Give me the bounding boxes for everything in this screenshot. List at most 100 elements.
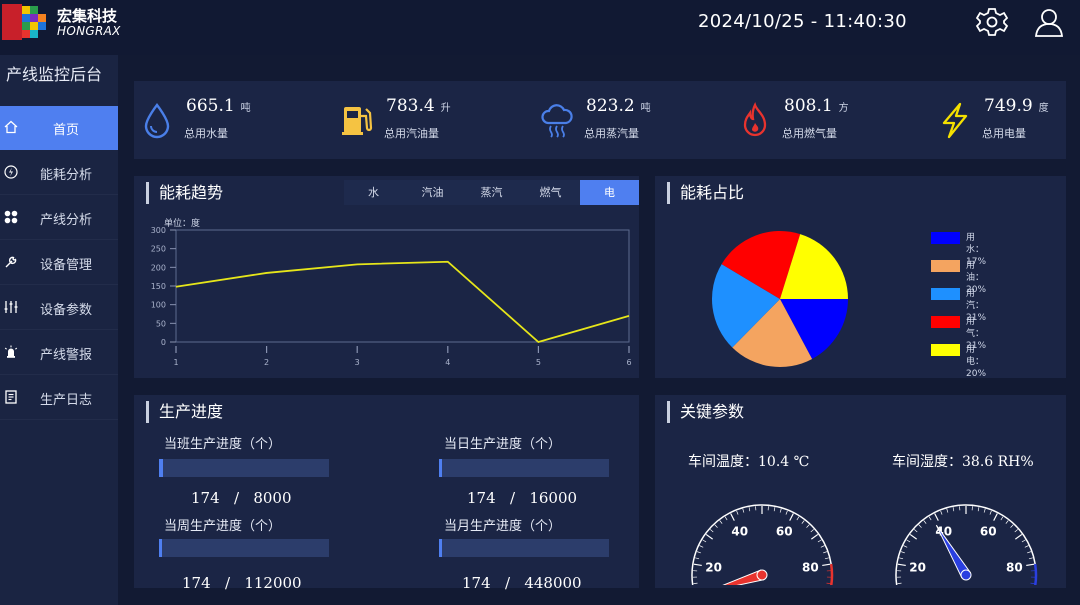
cloud-rain-icon xyxy=(541,104,573,138)
flame-icon xyxy=(743,102,767,137)
y-tick-label: 300 xyxy=(151,226,166,235)
sliders-icon xyxy=(4,301,18,313)
sidebar-item-label: 产线分析 xyxy=(40,213,93,228)
gauge-tick xyxy=(806,524,810,528)
sidebar-item-device-params[interactable]: 设备参数 xyxy=(0,286,118,330)
gauge-tick xyxy=(983,508,986,513)
gauge-tick xyxy=(900,551,905,554)
sidebar-item-line-alarms[interactable]: 产线警报 xyxy=(0,331,118,375)
progress-total: 112000 xyxy=(244,574,302,592)
stat-water: 665.1 吨 总用水量 xyxy=(134,81,324,159)
energy-share-pie xyxy=(712,231,848,367)
stat-unit: 度 xyxy=(1038,103,1049,114)
sidebar-item-label: 产线警报 xyxy=(40,348,93,363)
gauge-tick xyxy=(1010,524,1014,528)
settings-button[interactable] xyxy=(974,5,1010,39)
gauge-tick xyxy=(993,513,998,521)
stat-value: 783.4 xyxy=(386,96,435,116)
panel-title: 生产进度 xyxy=(146,401,223,423)
gauge-label: 60 xyxy=(980,524,997,538)
brand-name-cn: 宏集科技 xyxy=(57,7,118,25)
progress-total: 16000 xyxy=(529,489,578,507)
y-tick-label: 200 xyxy=(151,263,166,272)
gauge-tick xyxy=(977,507,980,512)
stat-value: 749.9 xyxy=(984,96,1033,116)
progress-fill xyxy=(159,539,162,557)
panel-title: 关键参数 xyxy=(667,401,744,423)
gauge-tick xyxy=(736,510,739,515)
sidebar-item-energy-analysis[interactable]: 能耗分析 xyxy=(0,151,118,195)
sidebar-item-line-analysis[interactable]: 产线分析 xyxy=(0,196,118,240)
progress-total: 448000 xyxy=(524,574,582,592)
gauge-tick xyxy=(906,539,911,543)
sidebar-item-device-management[interactable]: 设备管理 xyxy=(0,241,118,285)
y-tick-label: 0 xyxy=(161,338,166,347)
progress-fill xyxy=(439,539,442,557)
gauge-tick xyxy=(1026,563,1035,567)
gauge-tick xyxy=(934,513,939,521)
progress-month: 当月生产进度（个） 174 / 448000 xyxy=(439,515,644,592)
gauge-hub xyxy=(756,569,768,581)
brand-name-en: HONGRAX xyxy=(57,24,121,38)
humidity-gauge: 020406080100 xyxy=(895,504,1038,585)
gauge-tick xyxy=(810,533,819,540)
current-datetime: 2024/10/25 - 11:40:30 xyxy=(698,11,907,32)
home-icon xyxy=(4,120,18,134)
gauge-tick xyxy=(693,582,698,584)
progress-label: 当日生产进度（个） xyxy=(444,437,562,452)
sidebar-item-home[interactable]: 首页 xyxy=(0,106,118,150)
progress-label: 当班生产进度（个） xyxy=(164,437,282,452)
tab-gas[interactable]: 燃气 xyxy=(521,180,580,205)
gauge-tick xyxy=(1030,582,1035,584)
tab-gasoline[interactable]: 汽油 xyxy=(403,180,462,205)
progress-bar xyxy=(439,539,609,557)
gauge-tick xyxy=(730,513,735,521)
stat-label: 总用电量 xyxy=(982,127,1026,140)
y-tick-label: 150 xyxy=(151,282,166,291)
gauge-tick xyxy=(822,563,831,567)
progress-fill xyxy=(159,459,163,477)
y-tick-label: 250 xyxy=(151,245,166,254)
gauge-label: 80 xyxy=(1006,560,1023,574)
gauge-hub xyxy=(960,569,972,581)
stat-unit: 升 xyxy=(440,103,451,114)
stat-value: 665.1 xyxy=(186,96,235,116)
gauge-tick xyxy=(1021,539,1026,543)
stat-label: 总用汽油量 xyxy=(384,127,439,140)
temperature-readout: 车间温度：10.4 ℃ xyxy=(688,454,810,470)
progress-week: 当周生产进度（个） 174 / 112000 xyxy=(159,515,364,592)
stat-gasoline: 783.4 升 总用汽油量 xyxy=(334,81,524,159)
gauge-tick xyxy=(1024,545,1029,548)
production-progress-panel: 生产进度 当班生产进度（个） 174 / 8000 当日生产进度（个） 174 … xyxy=(134,395,639,592)
gauge-tick xyxy=(923,520,927,524)
sidebar-item-label: 设备参数 xyxy=(40,303,93,318)
sidebar-item-production-log[interactable]: 生产日志 xyxy=(0,376,118,420)
tab-electricity[interactable]: 电 xyxy=(580,180,639,205)
gauge-tick xyxy=(699,545,704,548)
gauge-tick xyxy=(897,563,906,567)
gauge-tick xyxy=(952,507,955,512)
gauge-tick xyxy=(796,516,800,521)
tab-water[interactable]: 水 xyxy=(344,180,403,205)
progress-bar xyxy=(159,459,329,477)
gauge-tick xyxy=(801,520,805,524)
gauge-tick xyxy=(719,520,723,524)
legend-swatch xyxy=(931,344,960,356)
gauge-tick xyxy=(1005,520,1009,524)
gauge-tick xyxy=(909,533,918,540)
progress-current: 174 xyxy=(182,574,211,592)
stat-electricity: 749.9 度 总用电量 xyxy=(932,81,1080,159)
temperature-gauge: 020406080100 xyxy=(691,504,834,585)
gauge-label: 40 xyxy=(731,524,748,538)
user-profile-button[interactable] xyxy=(1031,5,1067,39)
stat-steam: 823.2 吨 总用蒸汽量 xyxy=(534,81,724,159)
gauge-tick xyxy=(1027,551,1032,554)
progress-count: 174 / 448000 xyxy=(462,574,582,592)
sidebar-title: 产线监控后台 xyxy=(6,65,103,84)
tab-steam[interactable]: 蒸汽 xyxy=(462,180,521,205)
gauge-tick xyxy=(989,510,992,515)
gauge-tick xyxy=(714,524,718,528)
gauge-tick xyxy=(710,529,714,533)
gauge-tick xyxy=(696,551,701,554)
wrench-icon xyxy=(5,256,17,268)
